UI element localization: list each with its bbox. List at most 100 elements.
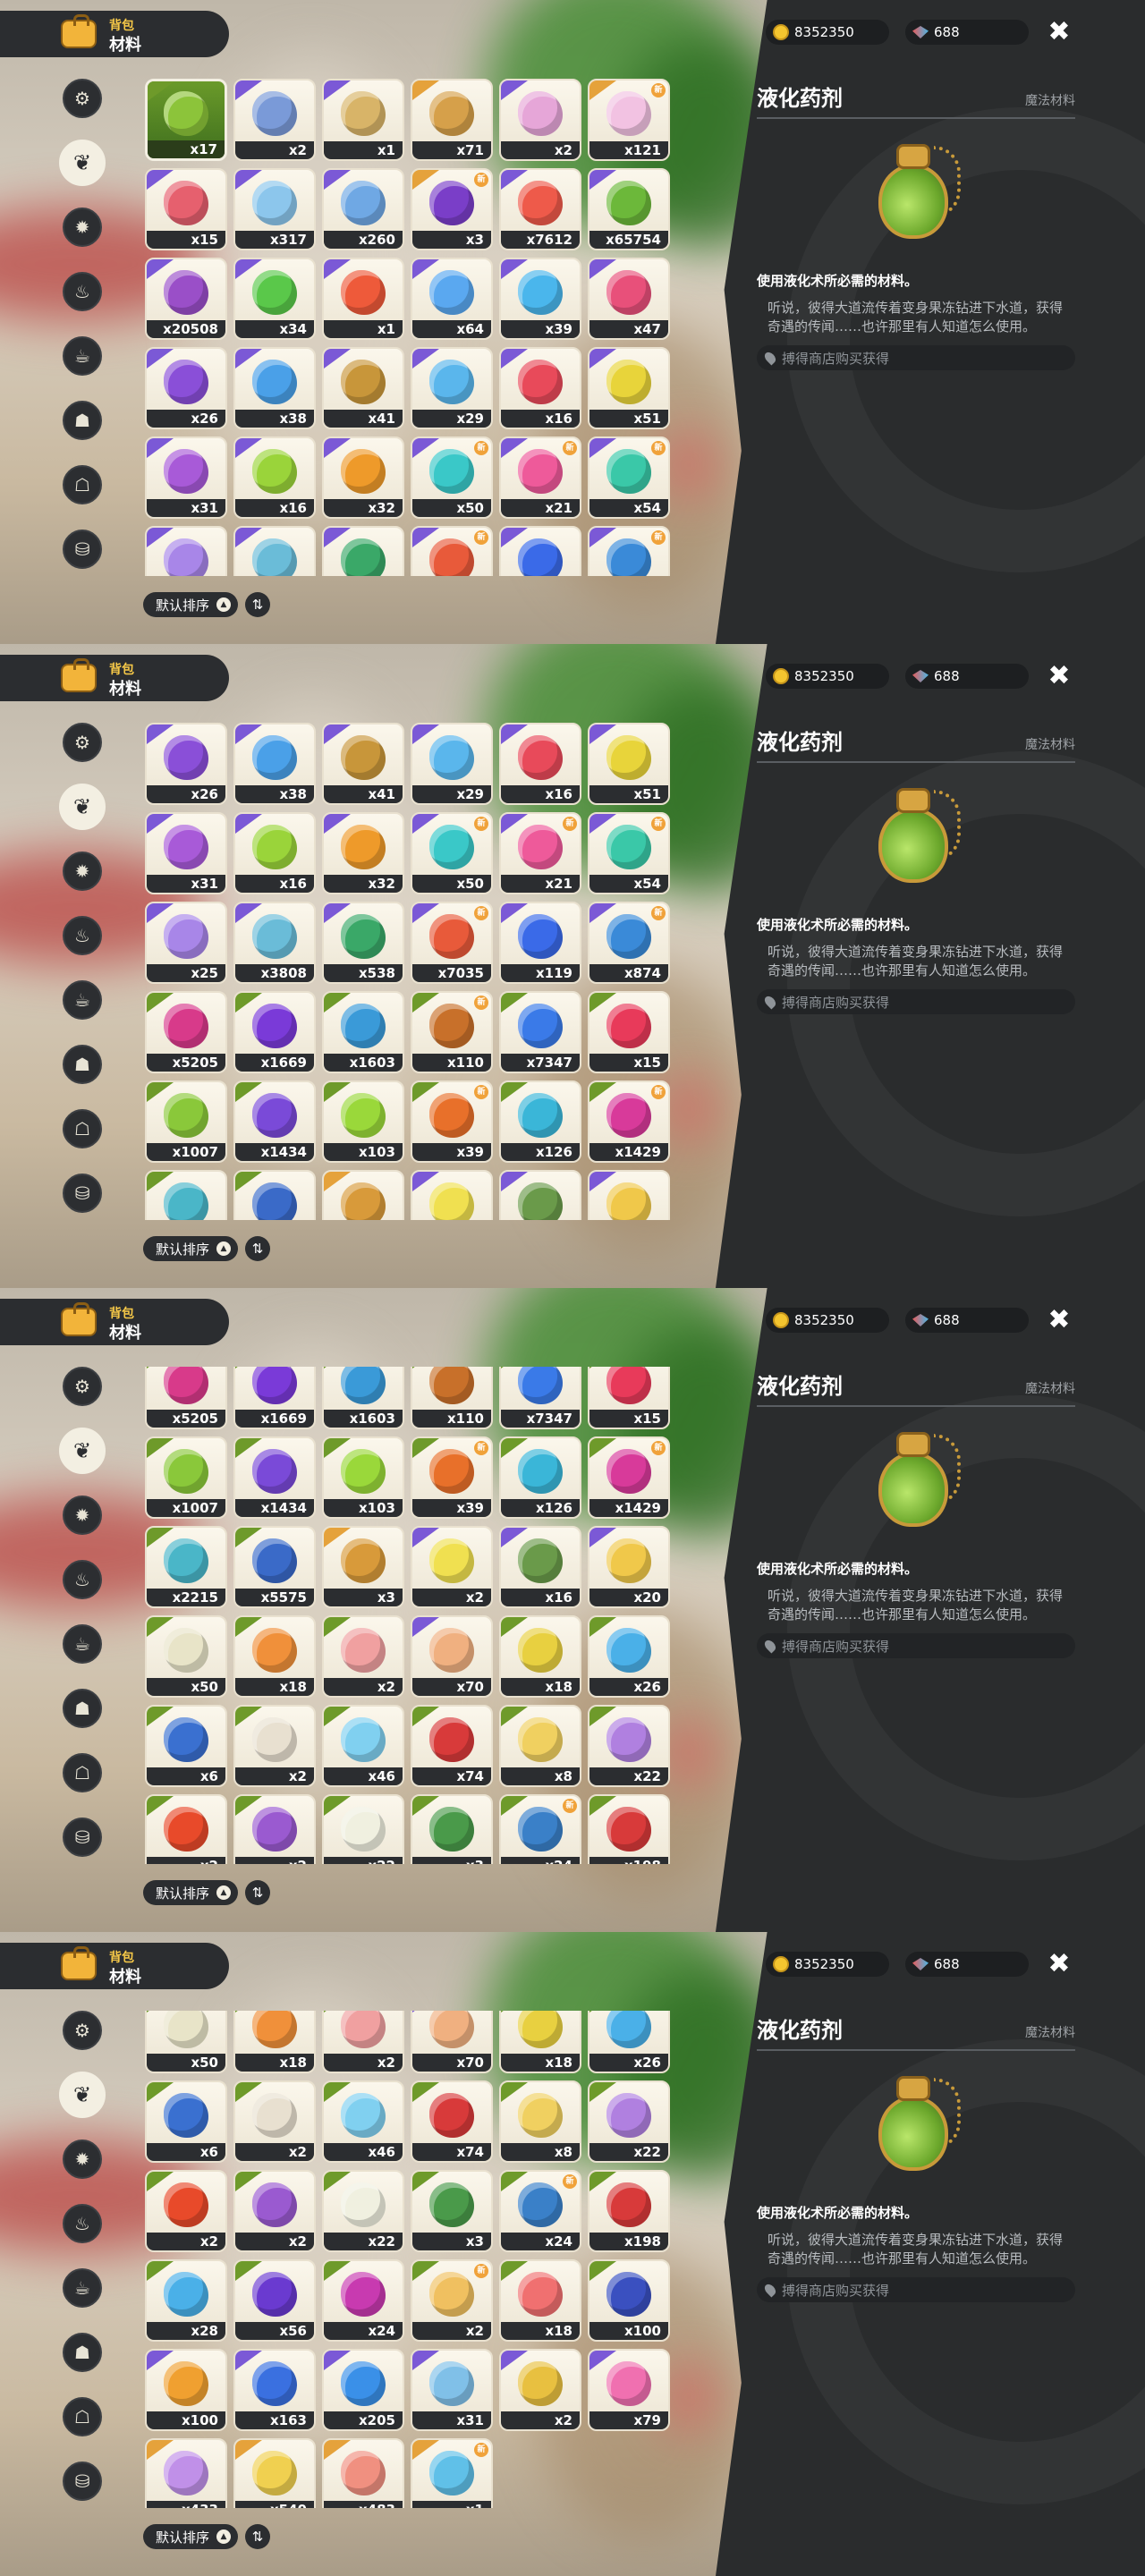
inventory-slot[interactable]: x3 bbox=[411, 1794, 493, 1864]
inventory-slot[interactable]: x26 bbox=[588, 2011, 670, 2073]
inventory-slot[interactable]: 新 x24 bbox=[499, 1794, 581, 1864]
inventory-slot[interactable]: x16 bbox=[233, 812, 316, 894]
inventory-slot-selected[interactable]: x17 bbox=[145, 79, 227, 161]
inventory-slot[interactable]: x32 bbox=[322, 812, 404, 894]
inventory-slot[interactable]: x1434 bbox=[233, 1436, 316, 1519]
inventory-slot[interactable]: x317 bbox=[233, 168, 316, 250]
inventory-slot[interactable]: x22 bbox=[322, 2170, 404, 2252]
inventory-slot[interactable]: x1603 bbox=[322, 991, 404, 1073]
inventory-slot[interactable]: x433 bbox=[145, 2438, 227, 2508]
inventory-slot[interactable]: x38 bbox=[233, 723, 316, 805]
sidebar-tab-settings[interactable]: ⚙ bbox=[63, 1367, 102, 1406]
inventory-slot[interactable]: x3 bbox=[322, 1170, 404, 1220]
sidebar-tab-gear[interactable]: ✹ bbox=[63, 2140, 102, 2179]
inventory-slot[interactable]: x7347 bbox=[499, 1367, 581, 1429]
inventory-slot[interactable]: x46 bbox=[322, 1705, 404, 1787]
inventory-slot[interactable]: x1434 bbox=[233, 1080, 316, 1163]
inventory-slot[interactable]: x32 bbox=[322, 436, 404, 519]
inventory-slot[interactable]: x8 bbox=[499, 2080, 581, 2163]
sidebar-tab-materials[interactable]: ❦ bbox=[59, 784, 106, 830]
inventory-slot[interactable]: 新x7035 bbox=[411, 526, 493, 576]
inventory-slot[interactable]: x260 bbox=[322, 168, 404, 250]
inventory-slot[interactable]: x2 bbox=[499, 2349, 581, 2431]
sidebar-tab-helmet[interactable]: ☖ bbox=[63, 465, 102, 504]
inventory-slot[interactable]: x2 bbox=[145, 2170, 227, 2252]
inventory-slot[interactable]: x2 bbox=[233, 79, 316, 161]
inventory-slot[interactable]: x15 bbox=[588, 1367, 670, 1429]
inventory-slot[interactable]: x6 bbox=[145, 2080, 227, 2163]
inventory-slot[interactable]: x2215 bbox=[145, 1526, 227, 1608]
sort-dropdown[interactable]: 默认排序 ▲ bbox=[143, 1236, 239, 1261]
inventory-slot[interactable]: x18 bbox=[499, 1615, 581, 1698]
sidebar-tab-materials[interactable]: ❦ bbox=[59, 1428, 106, 1474]
item-grid-viewport[interactable]: x17 x2 x1 x71 x2 新 x121 x15 x317 x260 新 x3 x7612 x657… bbox=[145, 79, 682, 576]
inventory-slot[interactable]: x47 bbox=[588, 258, 670, 340]
sort-order-button[interactable]: ⇅ bbox=[245, 592, 271, 617]
sidebar-tab-cup[interactable]: ☕ bbox=[63, 980, 102, 1020]
inventory-slot[interactable]: x16 bbox=[233, 436, 316, 519]
inventory-slot[interactable]: 新x874 bbox=[588, 526, 670, 576]
inventory-slot[interactable]: x18 bbox=[499, 2011, 581, 2073]
close-icon[interactable]: ✖ bbox=[1045, 18, 1073, 47]
inventory-slot[interactable]: 新x7035 bbox=[411, 902, 493, 984]
inventory-slot[interactable]: x56 bbox=[233, 2259, 316, 2342]
sidebar-tab-helmet[interactable]: ☖ bbox=[63, 1109, 102, 1148]
item-grid-viewport[interactable]: x50 x18 x2 x70 x18 x26 x6 x2 x46 x74 x8 x22 x2 x2 x22 x… bbox=[145, 2011, 682, 2508]
inventory-slot[interactable]: 新 x2 bbox=[411, 2259, 493, 2342]
sidebar-tab-gear[interactable]: ✹ bbox=[63, 1496, 102, 1535]
inventory-slot[interactable]: x7347 bbox=[499, 991, 581, 1073]
sidebar-tab-materials[interactable]: ❦ bbox=[59, 140, 106, 186]
inventory-slot[interactable]: x1669 bbox=[233, 991, 316, 1073]
sidebar-tab-chest[interactable]: ⛁ bbox=[63, 530, 102, 569]
inventory-slot[interactable]: x39 bbox=[499, 258, 581, 340]
inventory-slot[interactable]: x1 bbox=[322, 79, 404, 161]
sidebar-tab-cup[interactable]: ☕ bbox=[63, 2268, 102, 2308]
sort-dropdown[interactable]: 默认排序 ▲ bbox=[143, 1880, 239, 1905]
inventory-slot[interactable]: x100 bbox=[588, 2259, 670, 2342]
item-grid-viewport[interactable]: x5205x1669x1603新x110x7347x15x1007x1434x1… bbox=[145, 1367, 682, 1864]
inventory-slot[interactable]: x51 bbox=[588, 723, 670, 805]
inventory-slot[interactable]: x26 bbox=[145, 347, 227, 429]
inventory-slot[interactable]: x31 bbox=[145, 436, 227, 519]
inventory-slot[interactable]: x119 bbox=[499, 902, 581, 984]
inventory-slot[interactable]: 新 x121 bbox=[588, 79, 670, 161]
inventory-slot[interactable]: x538 bbox=[322, 526, 404, 576]
inventory-slot[interactable]: x25 bbox=[145, 902, 227, 984]
inventory-slot[interactable]: x24 bbox=[322, 2259, 404, 2342]
sidebar-tab-flame[interactable]: ♨ bbox=[63, 916, 102, 955]
sort-order-button[interactable]: ⇅ bbox=[245, 1880, 271, 1905]
inventory-slot[interactable]: 新x110 bbox=[411, 1367, 493, 1429]
inventory-slot[interactable]: x20508 bbox=[145, 258, 227, 340]
inventory-slot[interactable]: 新 x21 bbox=[499, 812, 581, 894]
sidebar-tab-settings[interactable]: ⚙ bbox=[63, 2011, 102, 2050]
sidebar-tab-bag[interactable]: ☗ bbox=[63, 2333, 102, 2372]
inventory-slot[interactable]: x74 bbox=[411, 1705, 493, 1787]
inventory-slot[interactable]: x7612 bbox=[499, 168, 581, 250]
inventory-slot[interactable]: 新x110 bbox=[411, 991, 493, 1073]
inventory-slot[interactable]: 新 x39 bbox=[411, 1436, 493, 1519]
close-icon[interactable]: ✖ bbox=[1045, 1950, 1073, 1979]
inventory-slot[interactable]: 新x874 bbox=[588, 902, 670, 984]
inventory-slot[interactable]: x2 bbox=[233, 1705, 316, 1787]
inventory-slot[interactable]: 新 x54 bbox=[588, 436, 670, 519]
sidebar-tab-chest[interactable]: ⛁ bbox=[63, 2462, 102, 2501]
inventory-slot[interactable]: x6 bbox=[145, 1705, 227, 1787]
inventory-slot[interactable]: x205 bbox=[322, 2349, 404, 2431]
inventory-slot[interactable]: x46 bbox=[322, 2080, 404, 2163]
inventory-slot[interactable]: x1007 bbox=[145, 1436, 227, 1519]
sort-dropdown[interactable]: 默认排序 ▲ bbox=[143, 592, 239, 617]
sort-dropdown[interactable]: 默认排序 ▲ bbox=[143, 2524, 239, 2549]
inventory-slot[interactable]: x1 bbox=[322, 258, 404, 340]
inventory-slot[interactable]: 新 x50 bbox=[411, 436, 493, 519]
inventory-slot[interactable]: x22 bbox=[322, 1794, 404, 1864]
inventory-slot[interactable]: x3808 bbox=[233, 902, 316, 984]
sidebar-tab-chest[interactable]: ⛁ bbox=[63, 1818, 102, 1857]
inventory-slot[interactable]: x51 bbox=[588, 347, 670, 429]
inventory-slot[interactable]: x26 bbox=[145, 723, 227, 805]
inventory-slot[interactable]: x198 bbox=[588, 2170, 670, 2252]
sidebar-tab-gear[interactable]: ✹ bbox=[63, 208, 102, 247]
sidebar-tab-flame[interactable]: ♨ bbox=[63, 272, 102, 311]
inventory-slot[interactable]: 新 x1429 bbox=[588, 1436, 670, 1519]
inventory-slot[interactable]: x2 bbox=[322, 1615, 404, 1698]
inventory-slot[interactable]: x22 bbox=[588, 2080, 670, 2163]
